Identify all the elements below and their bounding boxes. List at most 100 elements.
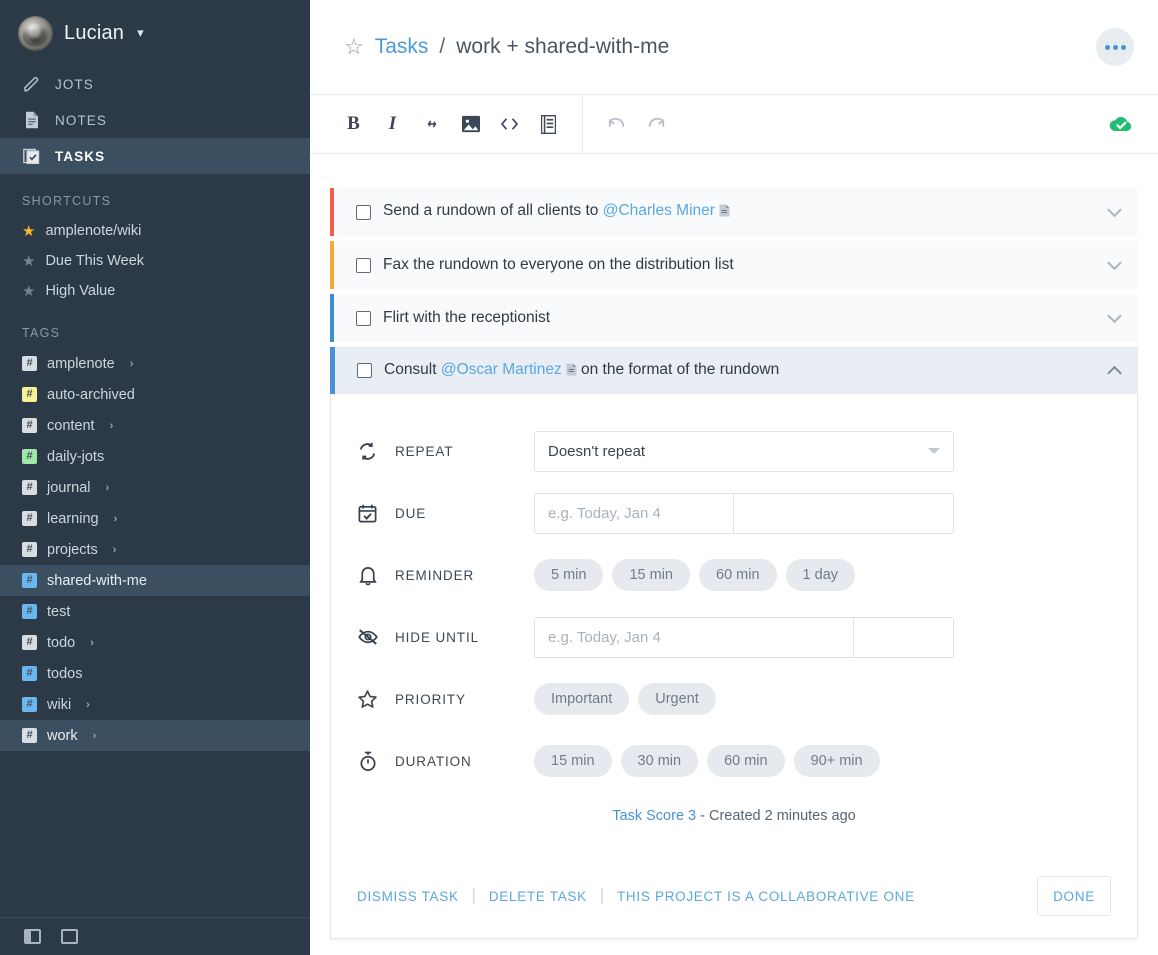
tag-content[interactable]: # content ›	[0, 410, 310, 441]
done-button[interactable]: DONE	[1037, 876, 1111, 916]
duration-option[interactable]: 30 min	[620, 745, 699, 777]
duration-option[interactable]: 60 min	[707, 745, 785, 777]
repeat-icon	[356, 440, 379, 463]
reminder-option[interactable]: 15 min	[612, 559, 690, 591]
repeat-select[interactable]: Doesn't repeat	[534, 430, 954, 472]
tag-label: shared-with-me	[47, 572, 147, 589]
tag-todo[interactable]: # todo ›	[0, 627, 310, 658]
chevron-right-icon[interactable]: ›	[90, 637, 94, 649]
task-row[interactable]: Flirt with the receptionist	[330, 294, 1138, 342]
chevron-right-icon[interactable]: ›	[86, 699, 90, 711]
stopwatch-icon	[356, 750, 379, 773]
chevron-right-icon[interactable]: ›	[114, 513, 118, 525]
task-text: Send a rundown of all clients to @Charle…	[383, 202, 730, 222]
hash-icon: #	[22, 387, 37, 402]
chevron-down-icon[interactable]	[1090, 241, 1138, 289]
tag-label: daily-jots	[47, 448, 105, 465]
chevron-down-icon[interactable]	[1090, 294, 1138, 342]
task-text: Fax the rundown to everyone on the distr…	[383, 256, 734, 273]
account-switcher[interactable]: Lucian ▾	[0, 0, 310, 66]
redo-icon[interactable]	[636, 105, 675, 144]
field-label-group: HIDE UNTIL	[356, 626, 534, 649]
toolbar-divider	[582, 94, 583, 154]
chevron-up-icon[interactable]	[1090, 347, 1138, 395]
tag-label: journal	[47, 479, 91, 496]
task-score-link[interactable]: Task Score 3	[612, 808, 696, 824]
chevron-right-icon[interactable]: ›	[113, 544, 117, 556]
hash-icon: #	[22, 604, 37, 619]
field-priority: PRIORITY Important Urgent	[331, 668, 1137, 730]
chevron-right-icon[interactable]: ›	[93, 730, 97, 742]
chevron-right-icon[interactable]: ›	[110, 420, 114, 432]
breadcrumb: ☆ Tasks / work + shared-with-me	[344, 35, 669, 59]
sidebar-item-notes[interactable]: NOTES	[0, 102, 310, 138]
reminder-option[interactable]: 5 min	[534, 559, 604, 591]
duration-options: 15 min 30 min 60 min 90+ min	[534, 745, 880, 777]
duration-option[interactable]: 90+ min	[793, 745, 880, 777]
sidebar: Lucian ▾ JOTS NOTES TASKS SHORTCUTS ★ am…	[0, 0, 310, 955]
task-row[interactable]: Fax the rundown to everyone on the distr…	[330, 241, 1138, 289]
task-row-expanded[interactable]: Consult @Oscar Martinez on the format of…	[330, 347, 1138, 394]
tag-work[interactable]: # work ›	[0, 720, 310, 751]
note-icon[interactable]	[529, 105, 568, 144]
tag-amplenote[interactable]: # amplenote ›	[0, 348, 310, 379]
tag-projects[interactable]: # projects ›	[0, 534, 310, 565]
dismiss-task-button[interactable]: DISMISS TASK	[357, 889, 459, 904]
hide-until-time-input[interactable]	[854, 616, 954, 658]
code-icon[interactable]	[490, 105, 529, 144]
shortcut-amplenote-wiki[interactable]: ★ amplenote/wiki	[0, 216, 310, 246]
task-text-prefix: Consult	[384, 360, 441, 378]
breadcrumb-tasks-link[interactable]: Tasks	[375, 35, 429, 59]
task-checkbox[interactable]	[357, 363, 372, 378]
reminder-option[interactable]: 1 day	[785, 559, 856, 591]
task-mention[interactable]: @Oscar Martinez	[441, 361, 562, 378]
hash-icon: #	[22, 573, 37, 588]
duration-option[interactable]: 15 min	[534, 745, 612, 777]
task-text: Flirt with the receptionist	[383, 309, 551, 326]
undo-icon[interactable]	[597, 105, 636, 144]
task-checkbox[interactable]	[356, 204, 371, 220]
delete-task-button[interactable]: DELETE TASK	[489, 889, 587, 904]
panel-left-toggle-icon[interactable]	[24, 929, 41, 944]
panel-full-toggle-icon[interactable]	[61, 929, 78, 944]
ellipsis-icon[interactable]	[1096, 28, 1134, 66]
field-label: HIDE UNTIL	[395, 629, 480, 645]
shortcut-high-value[interactable]: ★ High Value	[0, 276, 310, 306]
tag-auto-archived[interactable]: # auto-archived	[0, 379, 310, 410]
sidebar-item-tasks[interactable]: TASKS	[0, 138, 310, 174]
due-time-input[interactable]	[734, 492, 954, 534]
sidebar-item-jots[interactable]: JOTS	[0, 66, 310, 102]
tag-daily-jots[interactable]: # daily-jots	[0, 441, 310, 472]
bold-button[interactable]: B	[334, 105, 373, 144]
tag-shared-with-me[interactable]: # shared-with-me	[0, 565, 310, 596]
tag-wiki[interactable]: # wiki ›	[0, 689, 310, 720]
chevron-down-icon[interactable]	[1090, 188, 1138, 236]
tag-label: test	[47, 603, 71, 620]
tag-todos[interactable]: # todos	[0, 658, 310, 689]
page-header: ☆ Tasks / work + shared-with-me	[310, 0, 1158, 95]
tag-label: work	[47, 727, 78, 744]
collaborative-project-link[interactable]: THIS PROJECT IS A COLLABORATIVE ONE	[617, 889, 915, 904]
task-checkbox[interactable]	[356, 257, 371, 273]
task-mention[interactable]: @Charles Miner	[603, 202, 715, 219]
chevron-right-icon[interactable]: ›	[106, 482, 110, 494]
tag-learning[interactable]: # learning ›	[0, 503, 310, 534]
priority-option[interactable]: Urgent	[638, 683, 716, 715]
image-icon[interactable]	[451, 105, 490, 144]
due-date-input[interactable]	[534, 492, 734, 534]
chevron-right-icon[interactable]: ›	[130, 358, 134, 370]
tag-journal[interactable]: # journal ›	[0, 472, 310, 503]
document-icon	[22, 111, 41, 130]
italic-button[interactable]: I	[373, 105, 412, 144]
reminder-option[interactable]: 60 min	[699, 559, 777, 591]
task-checkbox[interactable]	[356, 310, 371, 326]
hide-until-date-input[interactable]	[534, 616, 854, 658]
task-text-suffix: on the format of the rundown	[576, 360, 780, 378]
shortcut-due-this-week[interactable]: ★ Due This Week	[0, 246, 310, 276]
star-outline-icon[interactable]: ☆	[344, 36, 364, 58]
priority-option[interactable]: Important	[534, 683, 630, 715]
task-row[interactable]: Send a rundown of all clients to @Charle…	[330, 188, 1138, 236]
chevron-down-icon[interactable]: ▾	[137, 25, 144, 41]
link-icon[interactable]	[412, 105, 451, 144]
tag-test[interactable]: # test	[0, 596, 310, 627]
